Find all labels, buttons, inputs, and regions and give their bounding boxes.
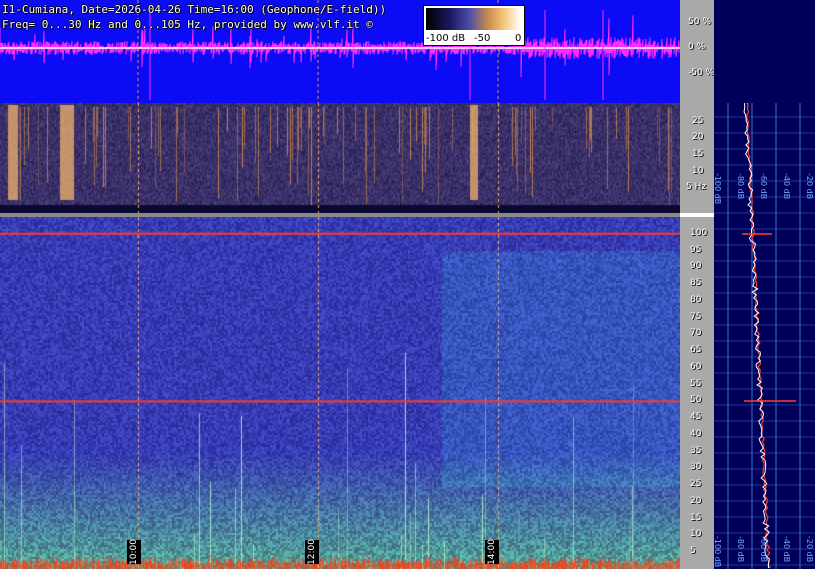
profile-tick-label: -80 dB [736,536,745,563]
spectrogram-main-tick-label: 85 [690,278,702,289]
spectrogram-main-tick-label: 10 [690,529,702,540]
profile-header [714,0,815,103]
waveform-tick-label: -50 % [688,67,715,78]
chart-title: I1-Cumiana, Date=2026-04-26 Time=16:00 (… [2,3,387,16]
spectrogram-main-tick-label: 95 [690,244,702,255]
spectrogram-main-tick-label: 90 [690,261,702,272]
spectrogram-top-tick-label: 10 [692,165,704,176]
color-scale-legend: -100 dB -50 0 [423,5,525,46]
spectrogram-main-tick-label: 35 [690,445,702,456]
spectrogram-main-tick-label: 5 [690,546,696,557]
spectrogram-main-tick-label: 70 [690,328,702,339]
spectrogram-main-tick-label: 65 [690,345,702,356]
waveform-tick-label: 50 % [688,16,711,27]
spectrogram-main-tick-label: 80 [690,294,702,305]
spectrogram-main-tick-label: 45 [690,412,702,423]
profile-tick-label: -60 dB [759,536,768,563]
profile-tick-label: -40 dB [782,173,791,200]
spectrogram-main [0,217,680,569]
spectrogram-top-tick-label: 15 [692,149,704,159]
spectrogram-main-tick-label: 55 [690,378,702,389]
legend-min-label: -100 dB [426,33,466,44]
profile-tick-label: -100 dB [713,536,722,568]
spectrogram-main-tick-label: 100 [690,227,708,238]
spectrogram-top-tick-label: 5 Hz [686,182,707,193]
spectrogram-top-tick-label: 20 [692,132,704,143]
profile-tick-label: -20 dB [805,536,814,563]
chart-subtitle: Freq= 0...30 Hz and 0...105 Hz, provided… [2,18,373,31]
profile-tick-label: -80 dB [736,173,745,200]
spectrogram-top-canvas [0,103,680,213]
spectrogram-main-tick-label: 25 [690,479,702,490]
spectrogram-top-tick-label: 25 [692,115,704,126]
time-marker: 10:00 [127,539,141,565]
legend-max-label: 0 [515,33,522,44]
spectrogram-main-tick-label: 15 [690,512,702,523]
legend-mid-label: -50 [474,33,491,44]
color-scale-gradient [426,8,521,30]
spectrogram-main-tick-label: 40 [690,428,702,439]
spectrogram-main-tick-label: 20 [690,495,702,506]
waveform-tick-label: 0 % [688,42,706,52]
waveform-panel: I1-Cumiana, Date=2026-04-26 Time=16:00 (… [0,0,680,103]
profile-tick-label: -100 dB [713,173,722,205]
time-marker: 12:00 [305,539,319,565]
profile-tick-label: -40 dB [782,536,791,563]
spectrogram-main-tick-label: 30 [690,462,702,473]
spectrogram-main-canvas [0,217,680,569]
spectrogram-main-tick-label: 75 [690,311,702,322]
profile-tick-label: -60 dB [759,173,768,200]
profile-tick-label: -20 dB [805,173,814,200]
spectrogram-main-tick-label: 60 [690,361,702,372]
time-marker: 14:00 [485,539,499,565]
spectrogram-main-tick-label: 50 [690,395,702,406]
spectrogram-top [0,103,680,213]
